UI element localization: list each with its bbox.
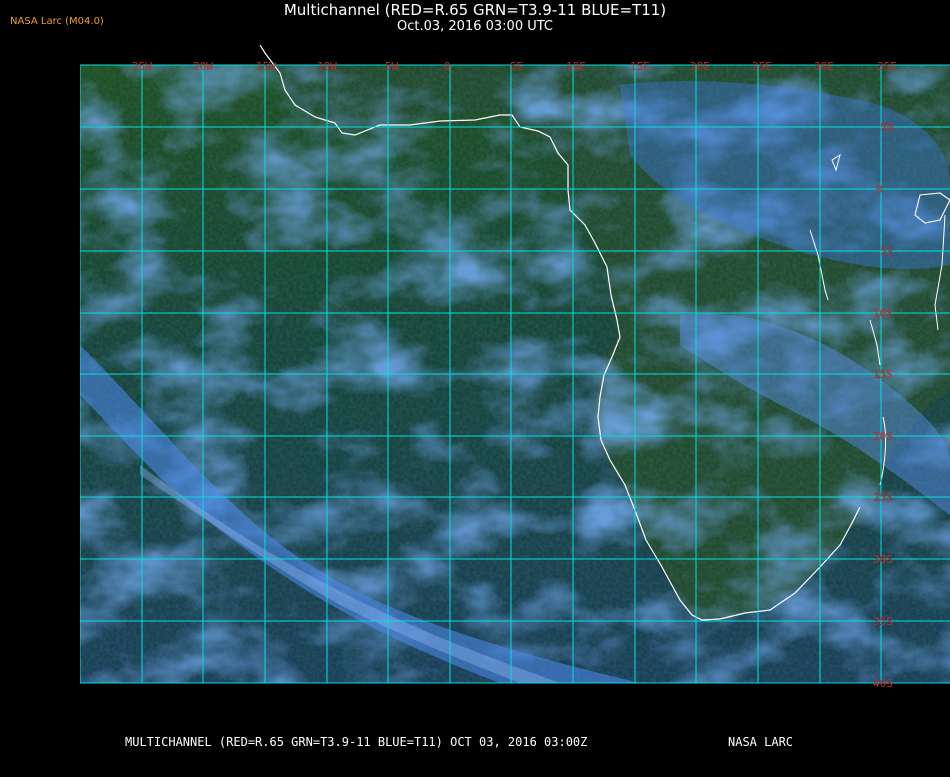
image-timestamp: Oct.03, 2016 03:00 UTC — [397, 19, 553, 34]
lat-label: 10S — [873, 307, 893, 320]
lat-label: 20S — [873, 430, 893, 443]
lat-label: 40S — [873, 677, 893, 690]
org-tag: NASA Larc (M04.0) — [10, 16, 104, 27]
lat-label: 25S — [873, 491, 893, 504]
lon-label: 10E — [566, 60, 586, 73]
title-block: Multichannel (RED=R.65 GRN=T3.9-11 BLUE=… — [0, 1, 950, 35]
lat-label: 30S — [873, 553, 893, 566]
footer-credit: NASA LARC — [728, 735, 794, 749]
lat-label: 0 — [876, 183, 883, 196]
lon-label: 20E — [690, 60, 710, 73]
footer: MULTICHANNEL (RED=R.65 GRN=T3.9-11 BLUE=… — [0, 735, 950, 750]
lon-label: 15W — [256, 60, 276, 73]
lon-label: 25E — [752, 60, 772, 73]
image-title: Multichannel (RED=R.65 GRN=T3.9-11 BLUE=… — [283, 1, 667, 19]
lon-label: 35E — [877, 60, 897, 73]
lon-label: 10W — [317, 60, 337, 73]
lon-label: 5E — [510, 60, 523, 73]
lat-label: 5N — [880, 121, 893, 134]
lat-label: 5S — [880, 245, 893, 258]
lon-label: 25W — [132, 60, 152, 73]
lon-label: 30E — [814, 60, 834, 73]
satellite-map: 25W 20W 15W 10W 5W 0 5E 10E 15E 20E 25E … — [80, 45, 950, 727]
footer-caption: MULTICHANNEL (RED=R.65 GRN=T3.9-11 BLUE=… — [125, 735, 588, 749]
satellite-image: 25W 20W 15W 10W 5W 0 5E 10E 15E 20E 25E … — [80, 45, 950, 690]
lon-label: 0 — [444, 60, 451, 73]
lon-label: 20W — [193, 60, 213, 73]
lon-label: 5W — [385, 60, 399, 73]
lon-label: 15E — [630, 60, 650, 73]
lat-label: 15S — [873, 368, 893, 381]
lat-label: 35S — [873, 615, 893, 628]
